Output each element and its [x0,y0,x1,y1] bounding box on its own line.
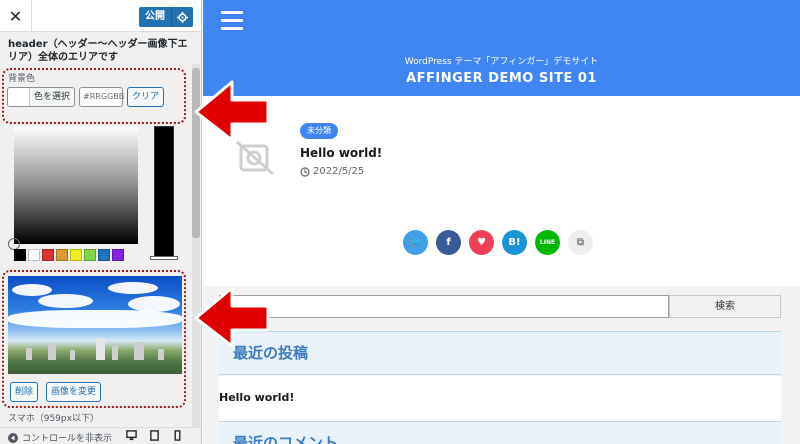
recent-comments-heading: 最近のコメント [219,421,781,444]
publish-settings-button[interactable] [171,7,193,27]
publish-group: 公開 [139,7,193,27]
search-input[interactable] [219,295,669,318]
hue-strip-handle[interactable] [150,256,178,260]
customizer-topbar: ✕ 公開 [0,0,201,32]
palette-swatch[interactable] [112,249,124,261]
post-date: 2022/5/25 [300,166,364,177]
pocket-share-icon[interactable]: ♥ [469,230,494,255]
post-date-text: 2022/5/25 [313,166,365,177]
section-description: header（ヘッダー〜ヘッダー画像下エリア）全体のエリアです [8,39,188,63]
palette-swatch[interactable] [84,249,96,261]
close-customizer-button[interactable]: ✕ [0,0,32,32]
palette-swatch[interactable] [42,249,54,261]
site-header: WordPress テーマ「アフィンガー」デモサイト AFFINGER DEMO… [203,0,800,96]
desktop-icon[interactable] [126,430,137,441]
recent-posts-heading: 最近の投稿 [219,331,781,375]
post-title[interactable]: Hello world! [300,146,382,160]
mobile-icon[interactable] [172,430,183,441]
palette-swatch[interactable] [98,249,110,261]
share-buttons: 🐦 f ♥ B! LINE ⧉ [403,230,593,255]
recent-post-link[interactable]: Hello world! [219,391,294,404]
color-picker-saturation-area[interactable] [14,126,138,244]
menu-icon[interactable] [221,11,243,35]
hide-controls-button[interactable]: コントロールを非表示 [8,431,112,444]
customizer-footer: コントロールを非表示 [0,427,201,444]
tablet-icon[interactable] [149,430,160,441]
palette-swatch[interactable] [70,249,82,261]
device-preview-buttons [126,430,183,441]
palette-swatch[interactable] [56,249,68,261]
palette-swatch[interactable] [14,249,26,261]
color-palette [14,249,124,261]
gear-icon [177,11,188,23]
highlight-header-image [2,270,186,408]
hatena-share-icon[interactable]: B! [502,230,527,255]
site-title[interactable]: AFFINGER DEMO SITE 01 [203,71,800,86]
palette-swatch[interactable] [28,249,40,261]
recent-posts-list [219,376,781,421]
publish-button[interactable]: 公開 [139,7,171,27]
highlight-color-control [2,68,186,124]
annotation-arrow-icon [194,80,270,142]
no-image-icon [233,138,277,182]
clock-icon [300,166,310,177]
site-preview: WordPress テーマ「アフィンガー」デモサイト AFFINGER DEMO… [203,0,800,444]
smartphone-section-label: スマホ（959px以下） [8,414,99,424]
twitter-share-icon[interactable]: 🐦 [403,230,428,255]
category-badge[interactable]: 未分類 [300,123,338,139]
line-share-icon[interactable]: LINE [535,230,560,255]
facebook-share-icon[interactable]: f [436,230,461,255]
search-button[interactable]: 検索 [669,295,781,318]
collapse-arrow-icon [8,432,18,443]
color-picker-hue-strip[interactable] [154,126,174,260]
site-tagline: WordPress テーマ「アフィンガー」デモサイト [404,57,599,67]
copy-share-icon[interactable]: ⧉ [568,230,593,255]
hide-controls-label: コントロールを非表示 [22,434,113,444]
annotation-arrow-icon [194,286,270,348]
